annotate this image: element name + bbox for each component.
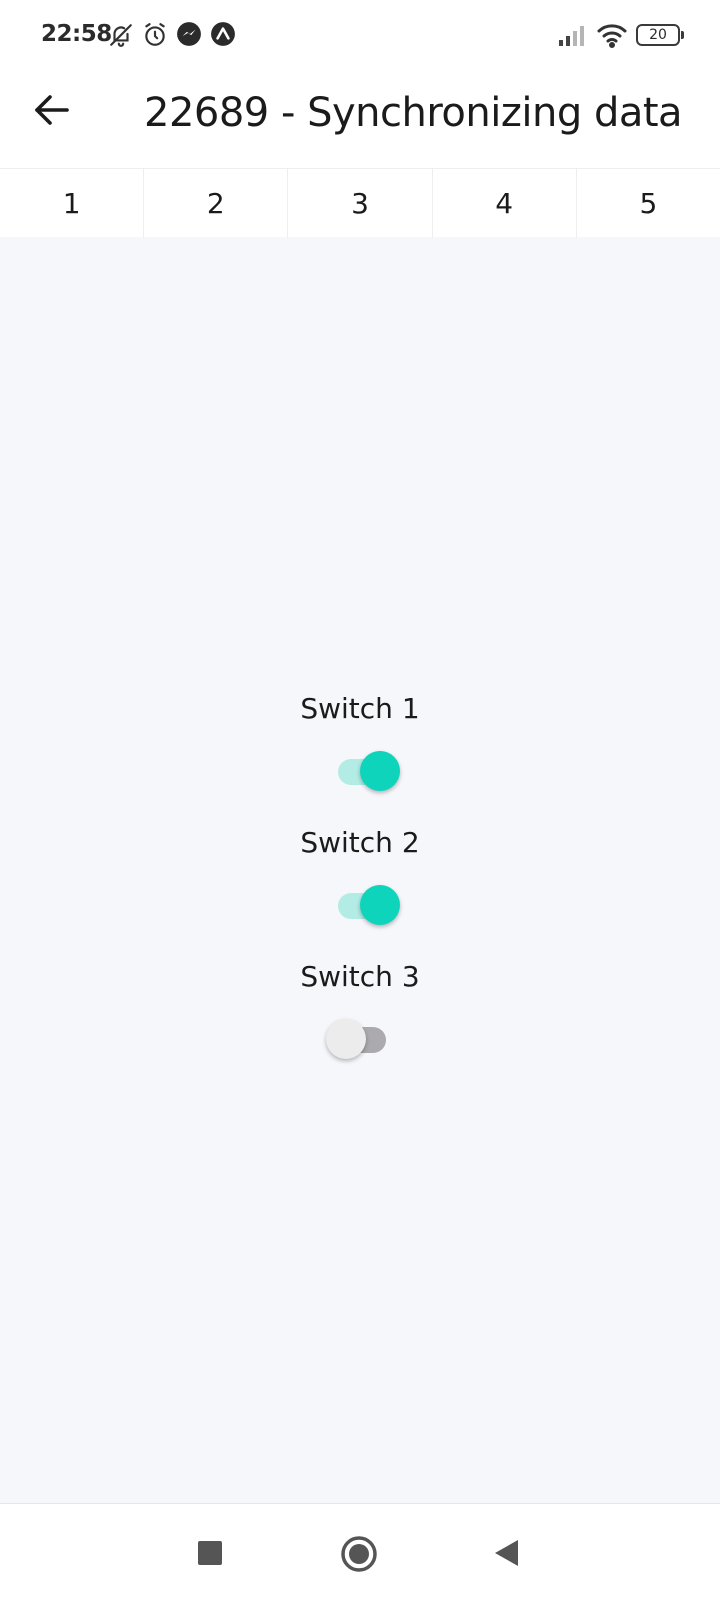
tab-1[interactable]: 1 [0,169,145,237]
back-button[interactable] [24,84,80,140]
switch-2-toggle[interactable] [320,881,400,929]
messenger-icon [176,21,202,47]
tab-2[interactable]: 2 [144,169,289,237]
switch-thumb [360,885,400,925]
status-bar: 22:58 20 [0,0,720,70]
switch-thumb [360,751,400,791]
wifi-icon [596,22,628,48]
switch-3-toggle[interactable] [320,1015,400,1063]
bell-off-icon [108,22,134,48]
switch-1-label: Switch 1 [300,692,420,725]
square-recents-icon[interactable] [196,1539,224,1572]
signal-icon [558,24,588,46]
system-nav-bar [0,1503,720,1600]
switch-2-label: Switch 2 [300,826,420,859]
tab-strip: 1 2 3 4 5 [0,168,720,237]
switch-group-2: Switch 2 [0,826,720,929]
switch-group-1: Switch 1 [0,692,720,795]
tab-4[interactable]: 4 [433,169,577,237]
tab-3[interactable]: 3 [288,169,433,237]
app-icon [210,21,236,47]
content-area: Switch 1 Switch 2 Switch 3 [0,237,720,1503]
triangle-back-icon[interactable] [492,1538,520,1573]
battery-indicator: 20 [636,24,684,46]
switch-thumb [326,1019,366,1059]
switch-group-3: Switch 3 [0,960,720,1063]
app-bar: 22689 - Synchronizing data [0,70,720,168]
tab-5[interactable]: 5 [577,169,720,237]
switch-3-label: Switch 3 [300,960,420,993]
alarm-icon [142,22,168,48]
arrow-left-icon [33,93,71,132]
page-title: 22689 - Synchronizing data [144,90,683,136]
switch-1-toggle[interactable] [320,747,400,795]
status-time: 22:58 [41,21,112,47]
circle-home-icon[interactable] [340,1535,378,1578]
